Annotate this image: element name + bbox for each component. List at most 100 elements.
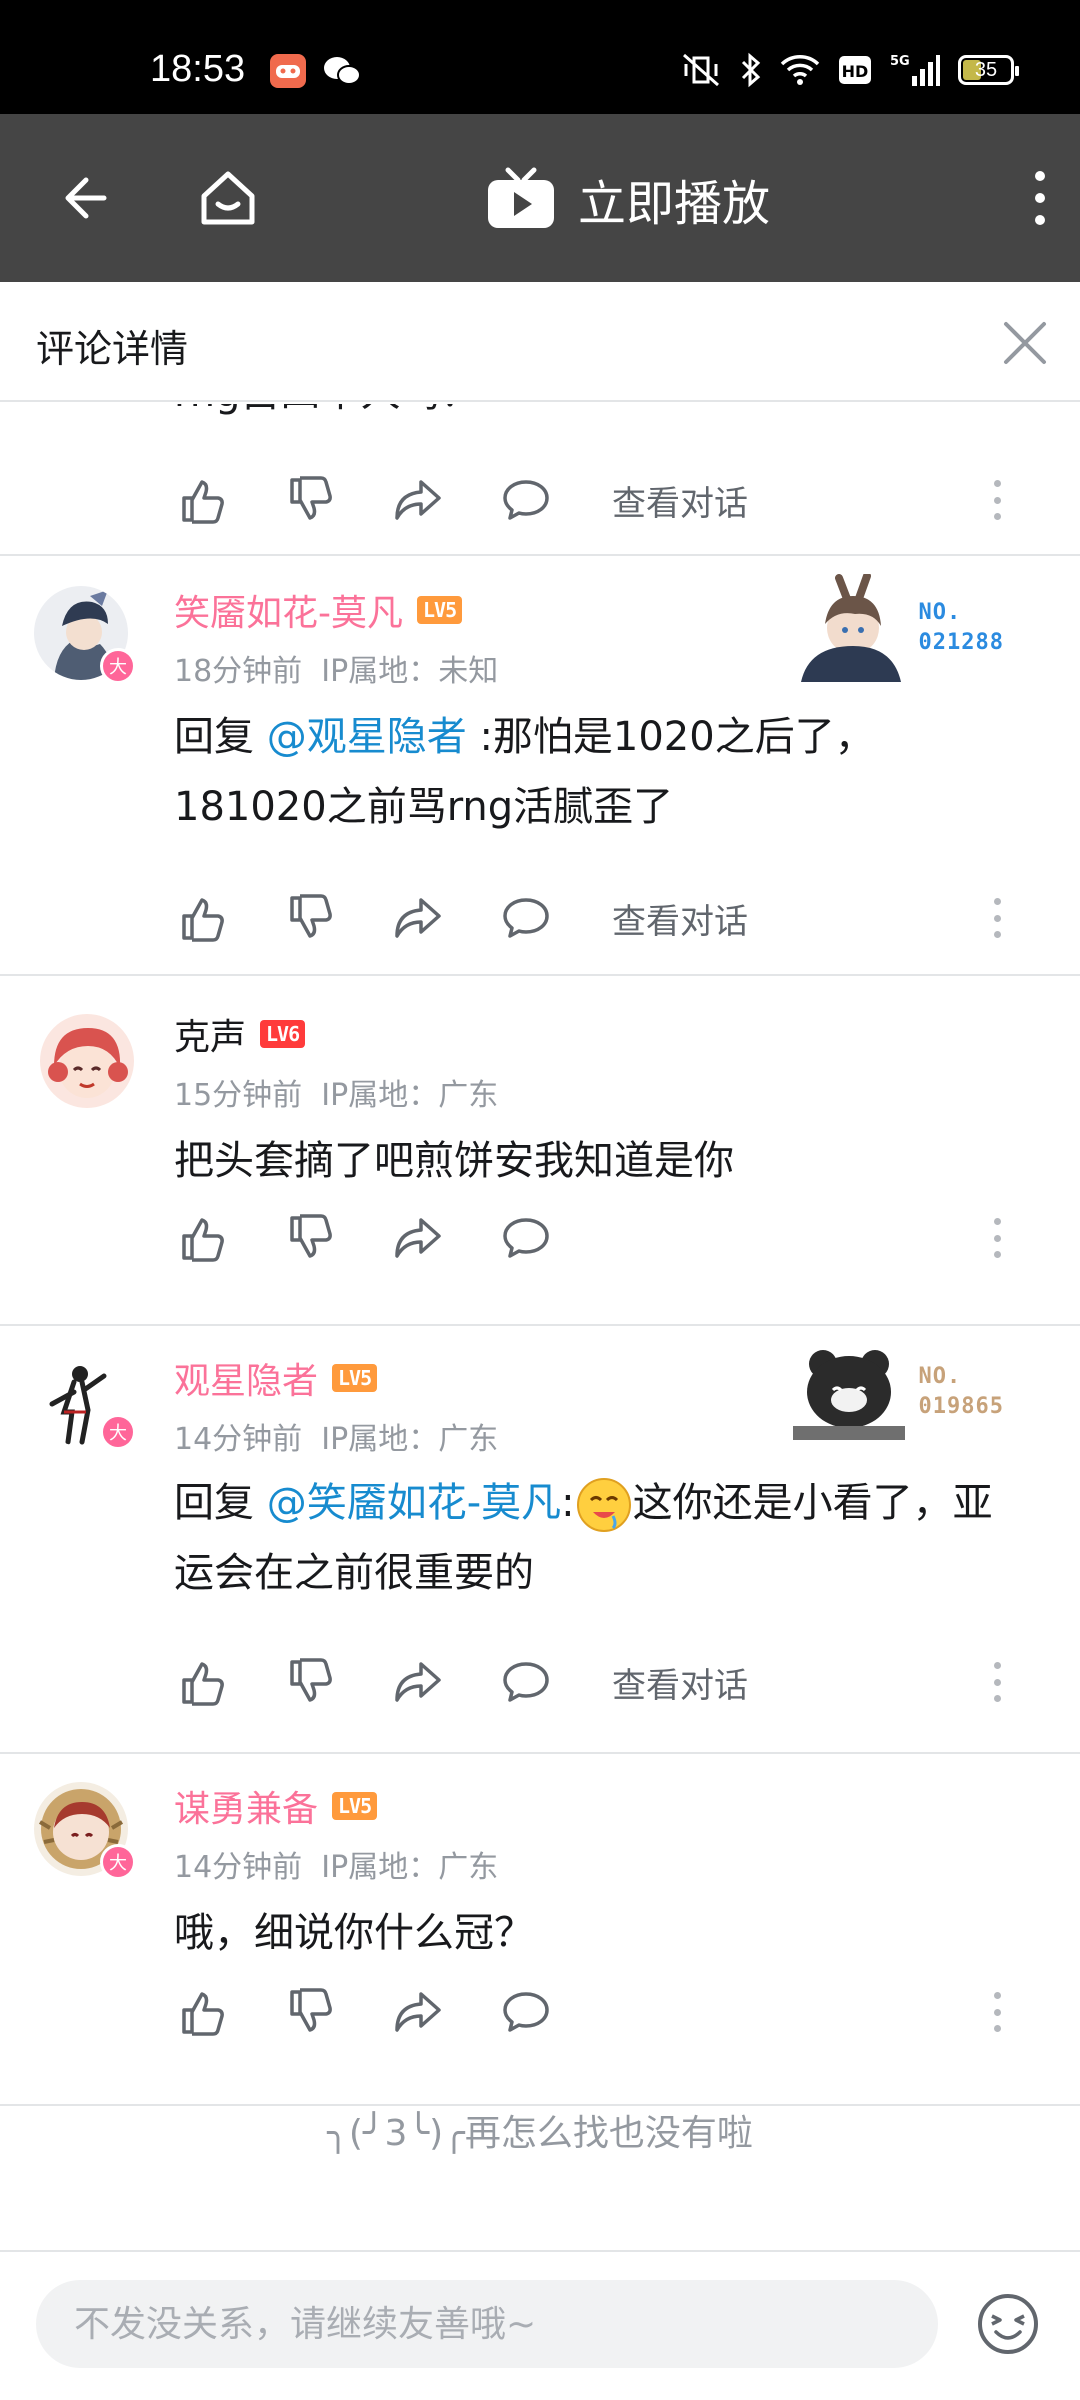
reply-button[interactable] [496, 470, 556, 530]
dislike-button[interactable] [280, 1982, 340, 2042]
reply-button[interactable] [496, 1982, 556, 2042]
reply-prefix: 回复 [174, 714, 254, 760]
thumbs-down-icon [290, 1658, 332, 1702]
share-button[interactable] [388, 1982, 448, 2042]
dislike-button[interactable] [280, 470, 340, 530]
username[interactable]: 克声 LV6 [174, 1008, 306, 1060]
fan-badge-character-icon [800, 574, 901, 682]
close-icon [1004, 322, 1046, 364]
like-button[interactable] [172, 1982, 232, 2042]
thumbs-up-icon [182, 898, 224, 942]
comment-time: 18分钟前 [174, 654, 303, 689]
thumbs-down-icon [290, 1214, 332, 1258]
thumbs-down-icon [290, 476, 332, 520]
battery-icon: 35 [958, 55, 1019, 85]
like-button[interactable] [172, 888, 232, 948]
fan-badge[interactable]: NO. 019865 [792, 1342, 1004, 1442]
username[interactable]: 谋勇兼备 LV5 [174, 1780, 378, 1832]
view-conversation-link[interactable]: 查看对话 [612, 476, 748, 525]
comment-content-partial: rng占四个人吗？ [174, 404, 694, 448]
fan-badge[interactable]: NO. 021288 [781, 574, 1004, 682]
comment-more-button[interactable] [982, 892, 1012, 944]
game-center-icon [270, 54, 306, 88]
comment-text: 把头套摘了吧煎饼安我知道是你 [174, 1138, 734, 1184]
fan-number: NO. 019865 [918, 1364, 1004, 1419]
like-button[interactable] [172, 1208, 232, 1268]
share-button[interactable] [388, 1652, 448, 1712]
comment-meta: 15分钟前 IP属地：广东 [174, 1070, 498, 1114]
view-conversation-link[interactable]: 查看对话 [612, 1658, 748, 1707]
more-vertical-icon [1035, 171, 1045, 225]
comment-more-button[interactable] [982, 474, 1012, 526]
page-title: 评论详情 [36, 327, 189, 371]
comment-actions: 查看对话 [172, 470, 1052, 530]
app-bar: 立即播放 [0, 114, 1080, 282]
close-button[interactable] [990, 308, 1060, 378]
vip-badge: 大 [100, 1844, 136, 1880]
share-button[interactable] [388, 470, 448, 530]
share-arrow-icon [395, 898, 441, 938]
comment-text: 哦，细说你什么冠？ [174, 1910, 534, 1956]
back-button[interactable] [44, 158, 124, 238]
wifi-icon [780, 54, 820, 86]
username[interactable]: 观星隐者 LV5 [174, 1352, 378, 1404]
comment-bubble-icon [503, 1218, 549, 1258]
emoji-face-icon [978, 2294, 1038, 2354]
comment-content: 把头套摘了吧煎饼安我知道是你 [174, 1126, 1024, 1196]
comment-more-button[interactable] [982, 1212, 1012, 1264]
comment-bubble-icon [503, 1992, 549, 2032]
share-button[interactable] [388, 1208, 448, 1268]
play-now-button[interactable]: 立即播放 [486, 164, 770, 234]
reply-button[interactable] [496, 1208, 556, 1268]
fan-badge-bear-icon [792, 1350, 905, 1440]
username[interactable]: 笑靥如花-莫凡 LV5 [174, 584, 463, 636]
wechat-icon [322, 54, 361, 88]
reply-input[interactable] [36, 2280, 938, 2368]
comment-meta: 18分钟前 IP属地：未知 [174, 646, 498, 690]
level-badge: LV5 [332, 1364, 378, 1392]
more-options-button[interactable] [1000, 158, 1080, 238]
emoji-button[interactable] [976, 2292, 1040, 2356]
dislike-button[interactable] [280, 1652, 340, 1712]
5g-signal-icon: 5G [890, 52, 940, 88]
mute-vibrate-icon [680, 52, 722, 88]
view-conversation-link[interactable]: 查看对话 [612, 894, 748, 943]
ip-location: IP属地：广东 [321, 1422, 499, 1457]
comment-content: 回复 @笑靥如花-莫凡: 这你还是小看了，亚运会在之前很重要的 [174, 1468, 1024, 1608]
home-button[interactable] [188, 158, 268, 238]
share-button[interactable] [388, 888, 448, 948]
comment-bubble-icon [503, 480, 549, 520]
dislike-button[interactable] [280, 1208, 340, 1268]
vip-badge: 大 [100, 1414, 136, 1450]
reply-button[interactable] [496, 888, 556, 948]
comment-time: 14分钟前 [174, 1850, 303, 1885]
fan-number: NO. 021288 [918, 600, 1004, 655]
ip-location: IP属地：广东 [321, 1078, 499, 1113]
like-button[interactable] [172, 470, 232, 530]
drooling-emoji-icon [576, 1478, 631, 1532]
mention-link[interactable]: @笑靥如花-莫凡 [267, 1480, 561, 1526]
dislike-button[interactable] [280, 888, 340, 948]
comment-more-button[interactable] [982, 1656, 1012, 1708]
mention-link[interactable]: @观星隐者 [267, 714, 467, 760]
avatar[interactable]: 大 [34, 1352, 136, 1450]
home-icon [201, 171, 255, 225]
avatar[interactable]: 大 [34, 1782, 136, 1880]
share-arrow-icon [395, 1992, 441, 2032]
battery-level: 35 [974, 58, 998, 81]
reply-prefix: 回复 [174, 1480, 254, 1526]
level-badge: LV6 [260, 1020, 306, 1048]
reply-button[interactable] [496, 1652, 556, 1712]
comment-more-button[interactable] [982, 1986, 1012, 2038]
comment-item: rng占四个人吗？ 查看对话 [0, 404, 1080, 556]
avatar[interactable] [40, 1014, 134, 1108]
comment-list[interactable]: rng占四个人吗？ 查看对话 大 笑靥如 [0, 404, 1080, 2248]
end-of-list-note: ╮(╯3╰)╭再怎么找也没有啦 [327, 2113, 753, 2154]
like-button[interactable] [172, 1652, 232, 1712]
back-arrow-icon [65, 177, 107, 219]
comment-content: 哦，细说你什么冠？ [174, 1898, 1024, 1968]
avatar[interactable]: 大 [34, 586, 136, 684]
comment-meta: 14分钟前 IP属地：广东 [174, 1414, 498, 1458]
ip-location: IP属地：广东 [321, 1850, 499, 1885]
status-icons: HD 5G 35 [680, 50, 1019, 90]
